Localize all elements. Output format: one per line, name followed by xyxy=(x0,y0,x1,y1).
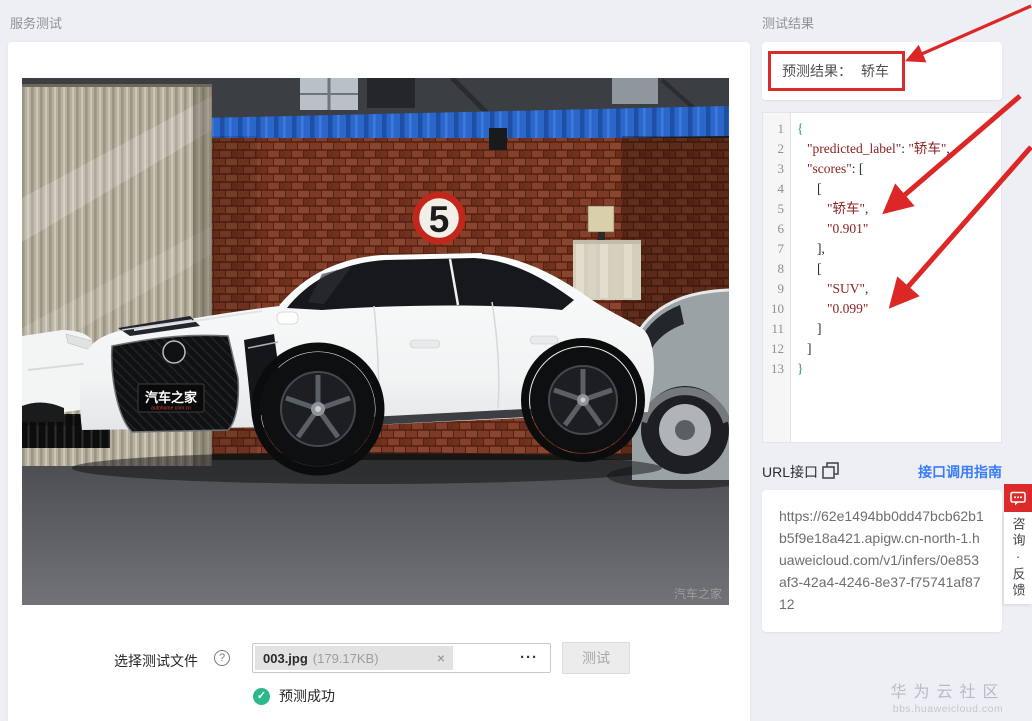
photo-watermark: 汽车之家 xyxy=(674,586,722,601)
left-section-title: 服务测试 xyxy=(10,16,63,31)
site-watermark: 华为云社区 bbs.huaweicloud.com xyxy=(870,678,1026,715)
url-api-label: URL接口 xyxy=(762,464,819,480)
result-card: 预测结果： 轿车 xyxy=(762,42,1002,100)
status-text: 预测成功 xyxy=(279,688,335,704)
code-line-number: 6 xyxy=(777,221,785,236)
code-line: "SUV", xyxy=(827,281,869,296)
prediction-status: ✓ 预测成功 xyxy=(253,686,335,706)
license-plate: 汽车之家 autohome.com.cn xyxy=(137,383,205,413)
site-watermark-subtitle: bbs.huaweicloud.com xyxy=(892,703,1004,715)
file-select-label: 选择测试文件 xyxy=(114,653,198,669)
code-line: [ xyxy=(817,181,822,196)
code-line-number: 3 xyxy=(777,161,785,176)
remove-file-icon[interactable]: × xyxy=(437,651,445,665)
success-check-icon: ✓ xyxy=(253,687,270,705)
code-line: "0.099" xyxy=(827,301,869,316)
feedback-button[interactable] xyxy=(1004,484,1032,512)
copy-icon[interactable] xyxy=(822,462,839,479)
code-line: "轿车", xyxy=(827,201,869,216)
service-test-panel: 5 汽车之家 autohome.com.cn 汽车之家 xyxy=(8,42,750,721)
code-line-number: 13 xyxy=(771,361,784,376)
code-block-lines: {"predicted_label": "轿车", "scores": [ [ "轿车… xyxy=(791,113,1001,442)
code-line-number: 4 xyxy=(777,181,785,196)
plate-text: 汽车之家 xyxy=(145,390,198,405)
code-line: "0.901" xyxy=(827,221,869,236)
file-size: (179.17KB) xyxy=(312,650,379,666)
code-line-number: 12 xyxy=(771,341,784,356)
code-line: [ xyxy=(817,261,822,276)
api-url-card: https://62e1494bb0dd47bcb62b1b5f9e18a421… xyxy=(762,490,1002,632)
code-line-number: 2 xyxy=(777,141,785,156)
code-line: "predicted_label": "轿车", xyxy=(807,141,950,156)
feedback-tab-label: 咨询·反馈 xyxy=(1010,517,1026,599)
code-line: ], xyxy=(817,241,825,256)
help-icon[interactable]: ? xyxy=(214,650,230,666)
browse-more-button[interactable]: ··· xyxy=(520,646,538,670)
code-line-number: 9 xyxy=(777,281,785,296)
code-line: { xyxy=(797,121,804,136)
site-watermark-title: 华为云社区 xyxy=(890,684,1006,701)
code-line-number: 10 xyxy=(771,301,784,316)
code-line: "scores": [ xyxy=(807,161,864,176)
code-line-number: 5 xyxy=(777,201,785,216)
code-line: } xyxy=(797,361,804,376)
code-line-number: 11 xyxy=(771,321,784,336)
file-input[interactable]: 003.jpg (179.17KB) × ··· xyxy=(252,643,551,673)
code-line: ] xyxy=(807,341,812,356)
chat-bubble-icon xyxy=(1010,491,1026,506)
test-image: 5 汽车之家 autohome.com.cn 汽车之家 xyxy=(22,78,729,605)
plate-subtext: autohome.com.cn xyxy=(151,406,191,412)
file-chip: 003.jpg (179.17KB) × xyxy=(255,646,453,670)
result-annotation-box: 预测结果： 轿车 xyxy=(768,51,905,91)
speed-limit-sign: 5 xyxy=(412,191,466,245)
file-name: 003.jpg xyxy=(263,650,308,666)
code-line-number: 1 xyxy=(777,121,785,136)
result-value: 轿车 xyxy=(861,63,889,79)
code-line-number: 7 xyxy=(777,241,785,256)
json-response-viewer: 1 2 3 4 5 6 7 8 9 10 11 12 13 {"predicted_label": "轿… xyxy=(762,112,1002,443)
speed-sign-number: 5 xyxy=(429,199,450,240)
right-section-title: 测试结果 xyxy=(762,16,815,31)
result-label: 预测结果： xyxy=(782,63,852,79)
test-button[interactable]: 测试 xyxy=(562,642,630,674)
code-line: ] xyxy=(817,321,822,336)
feedback-tab[interactable]: 咨询·反馈 xyxy=(1004,512,1032,604)
code-line-number: 8 xyxy=(777,261,785,276)
api-guide-link[interactable]: 接口调用指南 xyxy=(872,462,1002,482)
code-block-gutter: 1 2 3 4 5 6 7 8 9 10 11 12 13 xyxy=(763,113,791,442)
api-url: https://62e1494bb0dd47bcb62b1b5f9e18a421… xyxy=(779,508,984,612)
